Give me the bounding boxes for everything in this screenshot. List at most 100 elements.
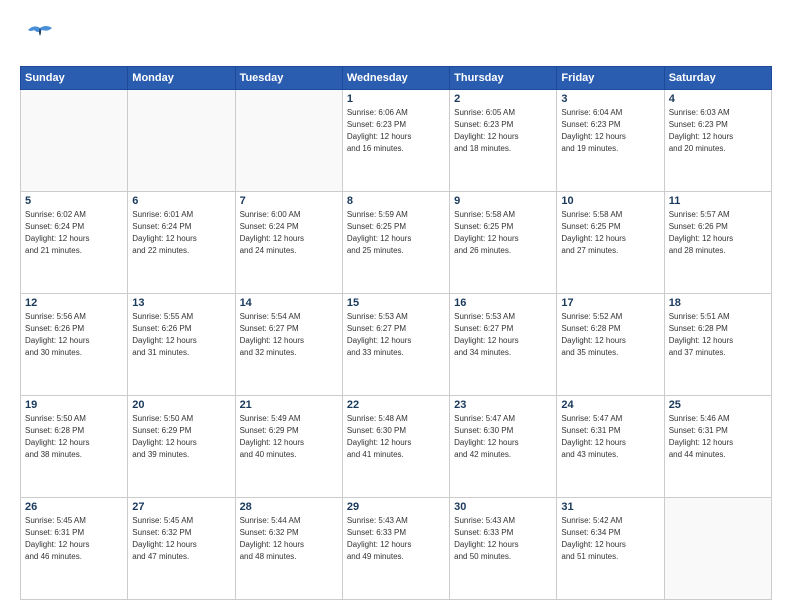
calendar-cell: 31 Sunrise: 5:42 AM Sunset: 6:34 PM Dayli…: [557, 498, 664, 600]
day-info: Sunrise: 5:43 AM Sunset: 6:33 PM Dayligh…: [454, 515, 552, 563]
calendar-cell: 19 Sunrise: 5:50 AM Sunset: 6:28 PM Dayli…: [21, 396, 128, 498]
calendar-header-sunday: Sunday: [21, 67, 128, 90]
calendar-cell: [21, 90, 128, 192]
day-number: 21: [240, 399, 338, 411]
calendar-cell: 26 Sunrise: 5:45 AM Sunset: 6:31 PM Dayli…: [21, 498, 128, 600]
calendar-cell: 22 Sunrise: 5:48 AM Sunset: 6:30 PM Dayli…: [342, 396, 449, 498]
calendar-cell: 6 Sunrise: 6:01 AM Sunset: 6:24 PM Daylig…: [128, 192, 235, 294]
calendar-header-monday: Monday: [128, 67, 235, 90]
calendar-cell: 3Sunrise: 6:04 AM Sunset: 6:23 PM Daylig…: [557, 90, 664, 192]
calendar-cell: 15Sunrise: 5:53 AM Sunset: 6:27 PM Dayli…: [342, 294, 449, 396]
day-info: Sunrise: 5:44 AM Sunset: 6:32 PM Dayligh…: [240, 515, 338, 563]
calendar-cell: 23 Sunrise: 5:47 AM Sunset: 6:30 PM Dayli…: [450, 396, 557, 498]
day-number: 28: [240, 501, 338, 513]
calendar-header-row: SundayMondayTuesdayWednesdayThursdayFrid…: [21, 67, 772, 90]
day-info: Sunrise: 5:53 AM Sunset: 6:27 PM Dayligh…: [347, 311, 445, 359]
calendar-table: SundayMondayTuesdayWednesdayThursdayFrid…: [20, 66, 772, 600]
day-info: Sunrise: 5:47 AM Sunset: 6:30 PM Dayligh…: [454, 413, 552, 461]
calendar-cell: 14 Sunrise: 5:54 AM Sunset: 6:27 PM Dayli…: [235, 294, 342, 396]
day-number: 14: [240, 297, 338, 309]
logo: [20, 18, 62, 56]
day-number: 23: [454, 399, 552, 411]
day-number: 4: [669, 93, 767, 105]
calendar-cell: 1Sunrise: 6:06 AM Sunset: 6:23 PM Daylig…: [342, 90, 449, 192]
day-info: Sunrise: 5:53 AM Sunset: 6:27 PM Dayligh…: [454, 311, 552, 359]
calendar-cell: [128, 90, 235, 192]
day-number: 13: [132, 297, 230, 309]
day-number: 16: [454, 297, 552, 309]
day-info: Sunrise: 5:42 AM Sunset: 6:34 PM Dayligh…: [561, 515, 659, 563]
calendar-cell: [664, 498, 771, 600]
day-info: Sunrise: 5:49 AM Sunset: 6:29 PM Dayligh…: [240, 413, 338, 461]
day-info: Sunrise: 5:47 AM Sunset: 6:31 PM Dayligh…: [561, 413, 659, 461]
calendar-cell: 12 Sunrise: 5:56 AM Sunset: 6:26 PM Dayli…: [21, 294, 128, 396]
day-number: 2: [454, 93, 552, 105]
day-info: Sunrise: 5:45 AM Sunset: 6:31 PM Dayligh…: [25, 515, 123, 563]
day-info: Sunrise: 5:45 AM Sunset: 6:32 PM Dayligh…: [132, 515, 230, 563]
day-info: Sunrise: 5:56 AM Sunset: 6:26 PM Dayligh…: [25, 311, 123, 359]
day-number: 7: [240, 195, 338, 207]
calendar-week-1: 1Sunrise: 6:06 AM Sunset: 6:23 PM Daylig…: [21, 90, 772, 192]
day-info: Sunrise: 5:48 AM Sunset: 6:30 PM Dayligh…: [347, 413, 445, 461]
calendar-cell: 2 Sunrise: 6:05 AM Sunset: 6:23 PM Daylig…: [450, 90, 557, 192]
day-number: 24: [561, 399, 659, 411]
calendar-week-3: 12 Sunrise: 5:56 AM Sunset: 6:26 PM Dayli…: [21, 294, 772, 396]
day-number: 17: [561, 297, 659, 309]
day-info: Sunrise: 6:02 AM Sunset: 6:24 PM Dayligh…: [25, 209, 123, 257]
day-number: 31: [561, 501, 659, 513]
day-number: 8: [347, 195, 445, 207]
calendar-cell: 11Sunrise: 5:57 AM Sunset: 6:26 PM Dayli…: [664, 192, 771, 294]
day-info: Sunrise: 6:05 AM Sunset: 6:23 PM Dayligh…: [454, 107, 552, 155]
day-number: 9: [454, 195, 552, 207]
calendar-cell: 9Sunrise: 5:58 AM Sunset: 6:25 PM Daylig…: [450, 192, 557, 294]
calendar-week-2: 5 Sunrise: 6:02 AM Sunset: 6:24 PM Daylig…: [21, 192, 772, 294]
day-info: Sunrise: 5:52 AM Sunset: 6:28 PM Dayligh…: [561, 311, 659, 359]
day-info: Sunrise: 5:51 AM Sunset: 6:28 PM Dayligh…: [669, 311, 767, 359]
calendar-cell: 27Sunrise: 5:45 AM Sunset: 6:32 PM Dayli…: [128, 498, 235, 600]
day-info: Sunrise: 5:58 AM Sunset: 6:25 PM Dayligh…: [561, 209, 659, 257]
day-number: 10: [561, 195, 659, 207]
day-info: Sunrise: 5:46 AM Sunset: 6:31 PM Dayligh…: [669, 413, 767, 461]
calendar-cell: 13 Sunrise: 5:55 AM Sunset: 6:26 PM Dayli…: [128, 294, 235, 396]
day-number: 11: [669, 195, 767, 207]
day-info: Sunrise: 5:50 AM Sunset: 6:28 PM Dayligh…: [25, 413, 123, 461]
day-info: Sunrise: 6:00 AM Sunset: 6:24 PM Dayligh…: [240, 209, 338, 257]
calendar-header-thursday: Thursday: [450, 67, 557, 90]
calendar-cell: 16 Sunrise: 5:53 AM Sunset: 6:27 PM Dayli…: [450, 294, 557, 396]
day-info: Sunrise: 5:54 AM Sunset: 6:27 PM Dayligh…: [240, 311, 338, 359]
day-info: Sunrise: 6:03 AM Sunset: 6:23 PM Dayligh…: [669, 107, 767, 155]
day-number: 26: [25, 501, 123, 513]
day-info: Sunrise: 6:06 AM Sunset: 6:23 PM Dayligh…: [347, 107, 445, 155]
day-number: 12: [25, 297, 123, 309]
calendar-cell: 17 Sunrise: 5:52 AM Sunset: 6:28 PM Dayli…: [557, 294, 664, 396]
day-info: Sunrise: 6:01 AM Sunset: 6:24 PM Dayligh…: [132, 209, 230, 257]
calendar-week-5: 26 Sunrise: 5:45 AM Sunset: 6:31 PM Dayli…: [21, 498, 772, 600]
day-number: 25: [669, 399, 767, 411]
calendar-cell: 8Sunrise: 5:59 AM Sunset: 6:25 PM Daylig…: [342, 192, 449, 294]
day-number: 5: [25, 195, 123, 207]
day-info: Sunrise: 5:55 AM Sunset: 6:26 PM Dayligh…: [132, 311, 230, 359]
calendar-cell: 24 Sunrise: 5:47 AM Sunset: 6:31 PM Dayli…: [557, 396, 664, 498]
calendar-header-tuesday: Tuesday: [235, 67, 342, 90]
day-info: Sunrise: 6:04 AM Sunset: 6:23 PM Dayligh…: [561, 107, 659, 155]
calendar-cell: 29 Sunrise: 5:43 AM Sunset: 6:33 PM Dayli…: [342, 498, 449, 600]
day-number: 19: [25, 399, 123, 411]
calendar-cell: 4 Sunrise: 6:03 AM Sunset: 6:23 PM Daylig…: [664, 90, 771, 192]
day-info: Sunrise: 5:50 AM Sunset: 6:29 PM Dayligh…: [132, 413, 230, 461]
calendar-cell: [235, 90, 342, 192]
day-info: Sunrise: 5:43 AM Sunset: 6:33 PM Dayligh…: [347, 515, 445, 563]
day-number: 20: [132, 399, 230, 411]
calendar-header-friday: Friday: [557, 67, 664, 90]
day-number: 30: [454, 501, 552, 513]
calendar-header-saturday: Saturday: [664, 67, 771, 90]
calendar-cell: 30 Sunrise: 5:43 AM Sunset: 6:33 PM Dayli…: [450, 498, 557, 600]
day-number: 29: [347, 501, 445, 513]
day-number: 6: [132, 195, 230, 207]
calendar-week-4: 19 Sunrise: 5:50 AM Sunset: 6:28 PM Dayli…: [21, 396, 772, 498]
logo-icon: [20, 18, 58, 56]
calendar-cell: 10 Sunrise: 5:58 AM Sunset: 6:25 PM Dayli…: [557, 192, 664, 294]
day-number: 22: [347, 399, 445, 411]
calendar-cell: 21 Sunrise: 5:49 AM Sunset: 6:29 PM Dayli…: [235, 396, 342, 498]
calendar-header-wednesday: Wednesday: [342, 67, 449, 90]
day-number: 18: [669, 297, 767, 309]
